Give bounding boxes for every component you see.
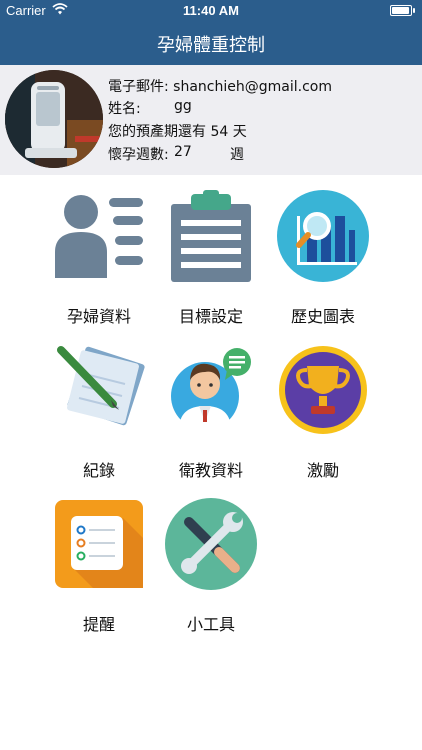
- reminder-list-icon: [55, 500, 143, 588]
- email-row: 電子郵件: shanchieh@gmail.com: [108, 76, 332, 96]
- email-value: shanchieh@gmail.com: [173, 79, 332, 95]
- menu-label-history-chart: 歷史圖表: [290, 307, 355, 326]
- battery-level: [392, 7, 410, 14]
- menu-item-tools[interactable]: 小工具: [151, 498, 271, 634]
- week-value: 27: [174, 144, 192, 160]
- chart-magnifier-icon: [277, 190, 369, 282]
- menu-item-goal-setting[interactable]: 目標設定: [151, 190, 271, 326]
- menu-label-tools: 小工具: [186, 615, 235, 634]
- menu-item-history-chart[interactable]: 歷史圖表: [263, 190, 383, 326]
- due-prefix: 您的預產期還有: [108, 124, 206, 140]
- page-title: 孕婦體重控制: [157, 35, 265, 56]
- clipboard-icon: [171, 190, 251, 282]
- menu-item-reminder[interactable]: 提醒: [39, 498, 159, 634]
- avatar-photo-icon: [5, 70, 103, 168]
- due-unit: 天: [232, 124, 247, 140]
- week-unit: 週: [230, 147, 244, 163]
- menu-item-motivation[interactable]: 激勵: [263, 344, 383, 480]
- menu-item-record[interactable]: 紀錄: [39, 344, 159, 480]
- name-label: 姓名:: [108, 101, 141, 117]
- trophy-icon: [279, 346, 367, 434]
- menu-label-health-education: 衛教資料: [178, 461, 243, 480]
- nav-bar: 孕婦體重控制: [0, 20, 422, 65]
- battery-icon: [390, 5, 415, 16]
- menu-label-goal-setting: 目標設定: [178, 307, 243, 326]
- pregnancy-week-row: 懷孕週數: 27 週: [108, 144, 244, 164]
- week-label: 懷孕週數:: [108, 147, 169, 163]
- due-date-row: 您的預產期還有 54 天: [108, 121, 247, 141]
- due-days-value: 54: [210, 124, 229, 140]
- profile-card: 電子郵件: shanchieh@gmail.com 姓名: gg 您的預產期還有…: [0, 65, 422, 175]
- tools-icon: [165, 498, 257, 590]
- menu-label-motivation: 激勵: [306, 461, 339, 480]
- menu-label-record: 紀錄: [82, 461, 115, 480]
- person-list-icon: [55, 195, 143, 278]
- menu-item-health-education[interactable]: 衛教資料: [151, 344, 271, 480]
- email-label: 電子郵件:: [108, 79, 169, 95]
- menu-label-pregnant-data: 孕婦資料: [66, 307, 131, 326]
- status-time: 11:40 AM: [183, 3, 239, 18]
- avatar[interactable]: [5, 70, 103, 168]
- doctor-chat-icon: [171, 348, 251, 430]
- status-bar: Carrier 11:40 AM: [0, 0, 422, 20]
- name-value: gg: [174, 98, 192, 114]
- menu-item-pregnant-data[interactable]: 孕婦資料: [39, 190, 159, 326]
- name-row: 姓名: gg: [108, 98, 192, 118]
- notepad-pencil-icon: [57, 346, 145, 426]
- menu-label-reminder: 提醒: [82, 615, 115, 634]
